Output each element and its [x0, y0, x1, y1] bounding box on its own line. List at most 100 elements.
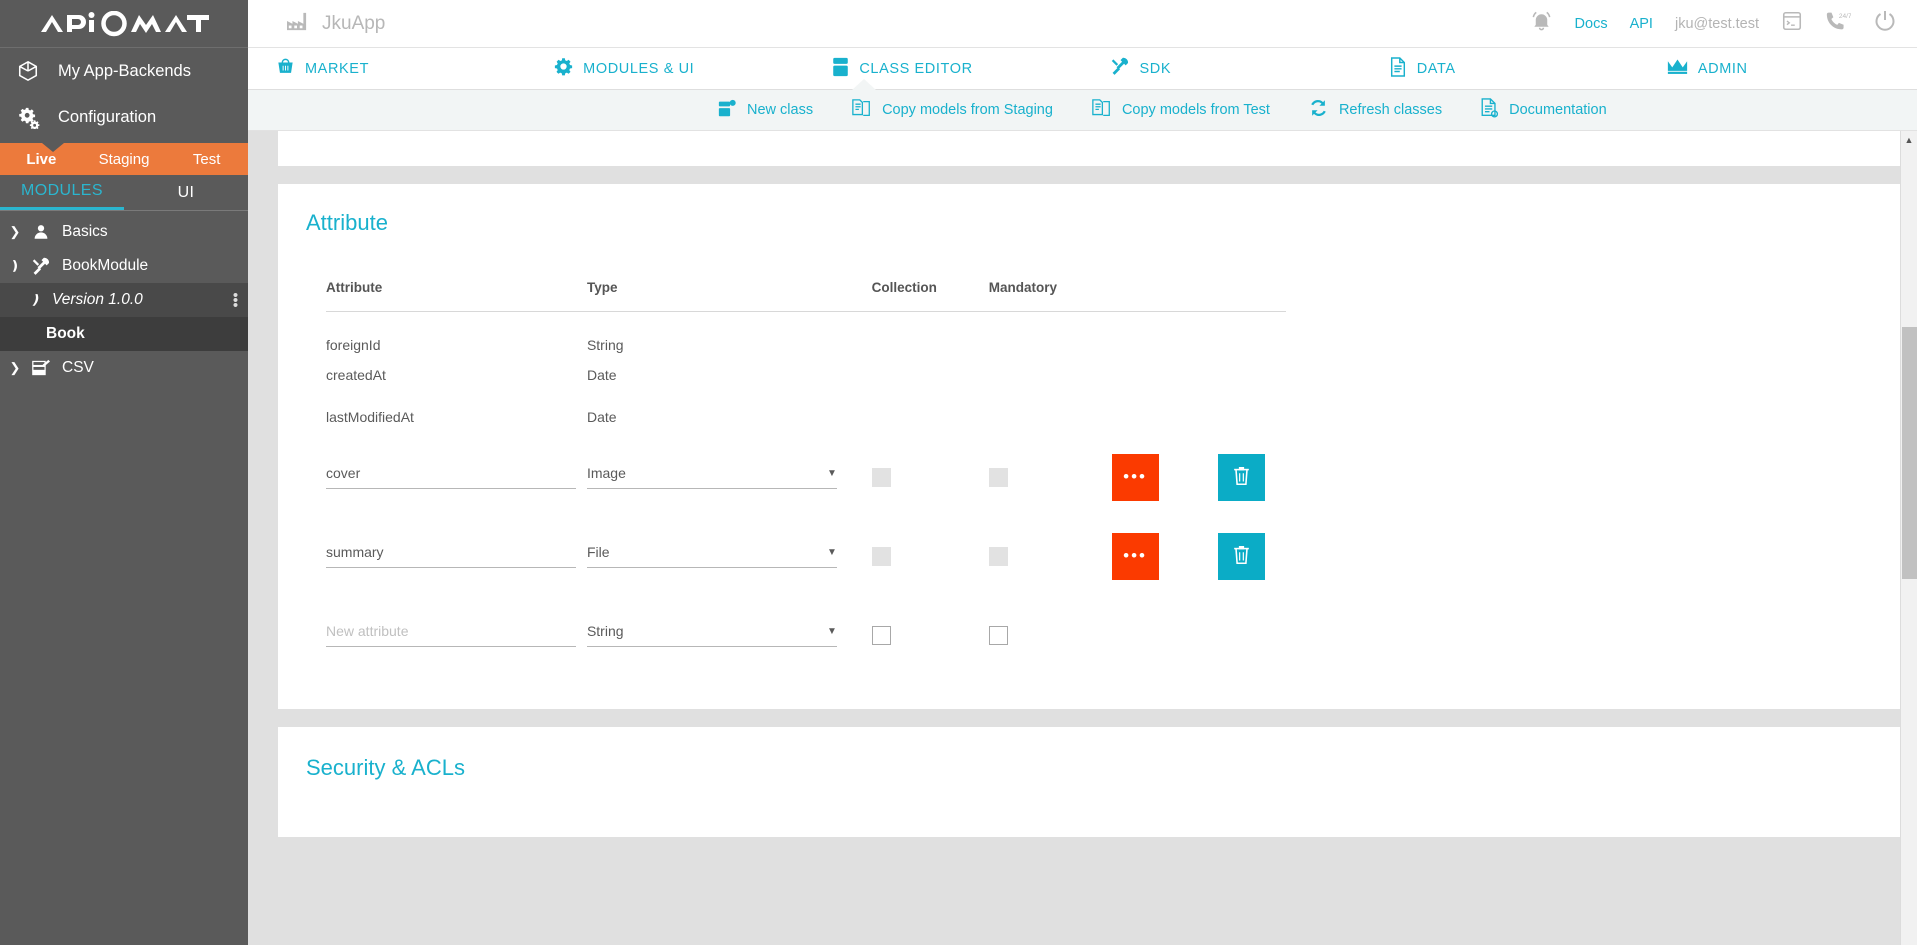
cell-attribute-name: createdAt	[326, 366, 386, 383]
docs-link[interactable]: Docs	[1575, 16, 1608, 32]
env-tab-live[interactable]: Live	[0, 151, 83, 168]
attribute-card: Attribute Attribute Type Collection Mand…	[278, 184, 1917, 709]
document-icon	[1389, 56, 1407, 81]
page-title: Attribute	[306, 210, 388, 235]
attribute-name-input[interactable]: summary	[326, 544, 576, 568]
refresh-classes-button[interactable]: Refresh classes	[1308, 98, 1442, 122]
brand-logo[interactable]	[0, 0, 248, 48]
top-bar: JkuApp Docs API jku@test.test 24/7	[248, 0, 1917, 48]
gear-icon	[554, 57, 573, 80]
nav-class-editor[interactable]: CLASS EDITOR	[804, 48, 1082, 90]
user-email[interactable]: jku@test.test	[1675, 16, 1759, 32]
attribute-name-input[interactable]: cover	[326, 465, 576, 489]
person-icon	[28, 223, 54, 241]
nav-sdk[interactable]: SDK	[1083, 48, 1361, 89]
attribute-type-select[interactable]: File ▼	[586, 544, 837, 568]
environment-switcher: Live Staging Test	[0, 143, 248, 175]
cell-more-actions: •••	[1111, 438, 1218, 517]
scrollbar-thumb[interactable]	[1902, 327, 1917, 579]
terminal-icon[interactable]	[1781, 10, 1803, 37]
sidebar-item-my-app-backends[interactable]: My App-Backends	[0, 48, 248, 94]
cell-mandatory	[988, 596, 1112, 675]
app-title[interactable]: JkuApp	[286, 11, 385, 36]
env-tab-test[interactable]: Test	[165, 151, 248, 168]
documentation-icon	[1480, 98, 1499, 122]
scroll-up-arrow[interactable]: ▲	[1901, 131, 1917, 148]
nav-modules-ui[interactable]: MODULES & UI	[526, 48, 804, 89]
content: Attribute Attribute Type Collection Mand…	[248, 131, 1917, 837]
mandatory-checkbox[interactable]	[988, 625, 1008, 645]
bell-icon[interactable]	[1530, 9, 1553, 38]
nav-label: ADMIN	[1697, 60, 1748, 77]
collection-checkbox	[871, 546, 891, 566]
sidebar-tabs: MODULES UI	[0, 175, 248, 211]
vertical-scrollbar[interactable]: ▲	[1900, 131, 1917, 945]
new-attribute-input[interactable]: New attribute	[326, 623, 576, 647]
crown-icon	[1667, 58, 1688, 79]
tree-item-label: Book	[46, 325, 85, 342]
csv-icon	[28, 359, 54, 377]
sub-item-label: Copy models from Staging	[882, 102, 1053, 118]
content-scroll-area[interactable]: Attribute Attribute Type Collection Mand…	[248, 131, 1917, 945]
mandatory-checkbox	[988, 467, 1008, 487]
tree-item-label: BookModule	[62, 257, 149, 274]
class-icon	[832, 57, 849, 81]
tree-item-label: CSV	[62, 359, 94, 376]
cell-attribute-type: Date	[586, 408, 617, 425]
new-class-button[interactable]: New class	[718, 99, 813, 122]
tree-item-bookmodule[interactable]: ❫ BookModule	[0, 249, 248, 283]
tree-item-csv[interactable]: ❯ CSV	[0, 351, 248, 385]
delete-attribute-button[interactable]	[1217, 453, 1265, 501]
sidebar-item-label: My App-Backends	[58, 61, 191, 80]
nav-label: MARKET	[305, 60, 370, 77]
chevron-right-icon[interactable]: ❯	[2, 224, 28, 240]
nav-data[interactable]: DATA	[1361, 48, 1639, 89]
more-options-label: •••	[1123, 546, 1147, 565]
attribute-type-value: Image	[586, 465, 626, 481]
tree-item-version[interactable]: ❫ Version 1.0.0 • • •	[0, 283, 248, 317]
trash-icon	[1231, 465, 1252, 490]
chevron-right-icon[interactable]: ❯	[2, 360, 28, 376]
main-area: JkuApp Docs API jku@test.test 24/7 MARKE…	[248, 0, 1917, 945]
table-row: createdAt Date	[326, 354, 1286, 396]
new-attribute-type-select[interactable]: String ▼	[586, 623, 837, 647]
attribute-type-select[interactable]: Image ▼	[586, 465, 837, 489]
mandatory-checkbox	[988, 546, 1008, 566]
column-header-mandatory: Mandatory	[988, 280, 1112, 312]
more-options-button[interactable]: •••	[1111, 532, 1159, 580]
delete-attribute-button[interactable]	[1217, 532, 1265, 580]
chevron-down-icon: ▼	[827, 546, 837, 558]
more-options-button[interactable]: •••	[1111, 453, 1159, 501]
column-header-type: Type	[586, 280, 872, 312]
tab-ui[interactable]: UI	[124, 175, 248, 210]
env-tab-staging[interactable]: Staging	[83, 151, 166, 168]
cell-attribute-name: summary	[326, 517, 587, 596]
nav-market[interactable]: MARKET	[248, 48, 526, 89]
tab-modules[interactable]: MODULES	[0, 175, 124, 210]
content-left-gutter	[248, 131, 260, 945]
phone-247-icon[interactable]: 24/7	[1825, 10, 1852, 37]
copy-models-from-staging-button[interactable]: Copy models from Staging	[851, 98, 1053, 122]
chevron-down-icon[interactable]: ❫	[2, 258, 28, 274]
security-title: Security & ACLs	[306, 754, 465, 780]
cell-mandatory	[988, 438, 1112, 517]
nav-admin[interactable]: ADMIN	[1639, 48, 1917, 89]
top-bar-actions: Docs API jku@test.test 24/7	[1530, 9, 1897, 38]
chevron-down-icon[interactable]: ❫	[22, 292, 48, 308]
basket-icon	[276, 57, 295, 80]
column-header-collection: Collection	[871, 280, 989, 312]
more-options-label: •••	[1123, 467, 1147, 486]
refresh-icon	[1308, 98, 1329, 122]
documentation-button[interactable]: Documentation	[1480, 98, 1607, 122]
table-row: cover Image ▼ •••	[326, 438, 1286, 517]
tree-item-basics[interactable]: ❯ Basics	[0, 215, 248, 249]
sidebar-item-configuration[interactable]: Configuration	[0, 94, 248, 140]
collection-checkbox[interactable]	[871, 625, 891, 645]
table-header: Attribute Type Collection Mandatory	[326, 280, 1286, 312]
cell-collection	[871, 438, 989, 517]
copy-models-from-test-button[interactable]: Copy models from Test	[1091, 98, 1270, 122]
power-icon[interactable]	[1873, 9, 1897, 38]
tree-item-book[interactable]: Book	[0, 317, 248, 351]
kebab-icon[interactable]: • • •	[233, 288, 238, 313]
api-link[interactable]: API	[1630, 16, 1653, 32]
